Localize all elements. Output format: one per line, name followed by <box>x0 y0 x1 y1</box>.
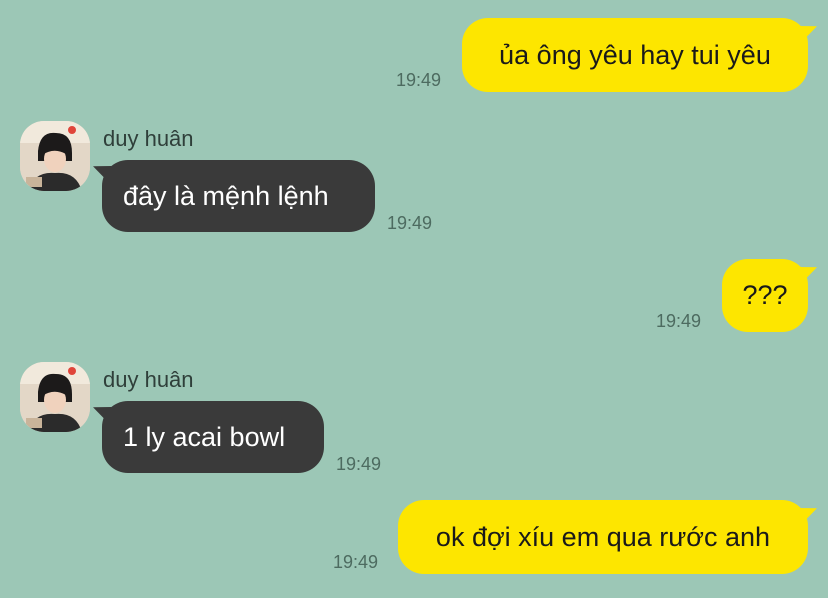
sender-name: duy huân <box>103 126 194 151</box>
message-time: 19:49 <box>333 552 379 572</box>
message-text: ủa ông yêu hay tui yêu <box>499 39 771 70</box>
message-text: ok đợi xíu em qua rước anh <box>435 521 771 552</box>
chat-thread: ủa ông yêu hay tui yêu 19:49 duy huân đâ… <box>0 0 828 598</box>
contact-avatar[interactable] <box>20 362 90 432</box>
sender-name: duy huân <box>103 367 194 392</box>
contact-avatar[interactable] <box>20 121 90 191</box>
message-time: 19:49 <box>396 70 442 90</box>
message-bubble-outgoing[interactable]: ok đợi xíu em qua rước anh <box>398 500 808 574</box>
message-time: 19:49 <box>387 213 433 233</box>
avatar-photo-icon <box>20 121 90 191</box>
message-text: đây là mệnh lệnh <box>123 180 329 211</box>
message-text: 1 ly acai bowl <box>123 421 286 452</box>
message-time: 19:49 <box>336 454 382 474</box>
message-time: 19:49 <box>656 311 702 331</box>
message-bubble-outgoing[interactable]: ủa ông yêu hay tui yêu <box>462 18 808 92</box>
message-bubble-incoming[interactable]: 1 ly acai bowl <box>102 401 324 473</box>
avatar-photo-icon <box>20 362 90 432</box>
message-bubble-outgoing[interactable]: ??? <box>722 259 808 332</box>
message-bubble-incoming[interactable]: đây là mệnh lệnh <box>102 160 375 232</box>
message-text: ??? <box>742 280 788 310</box>
